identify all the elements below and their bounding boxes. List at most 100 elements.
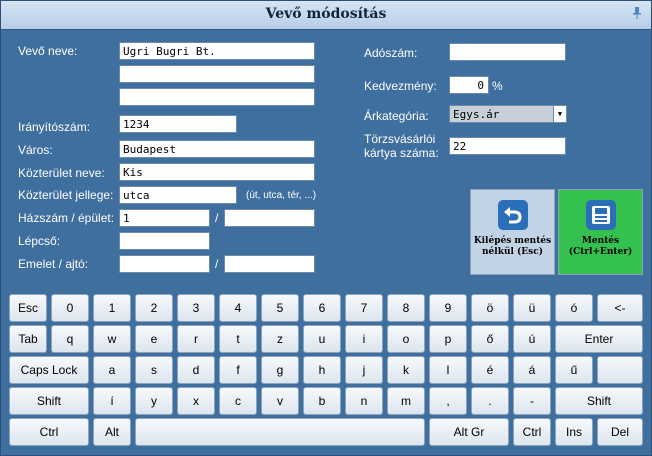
key-alt[interactable]: Alt: [93, 418, 131, 446]
dropdown-arrow-icon[interactable]: ▼: [553, 106, 566, 122]
key-caps-lock[interactable]: Caps Lock: [9, 356, 89, 384]
loyalty-card-field[interactable]: 22: [449, 137, 566, 155]
discount-field[interactable]: 0: [449, 76, 489, 94]
key-minus[interactable]: -: [513, 387, 551, 415]
key-ctrl-left[interactable]: Ctrl: [9, 418, 89, 446]
zip-field[interactable]: 1234: [119, 115, 237, 133]
customer-name-field-3[interactable]: [119, 88, 315, 106]
zip-label: Irányítószám:: [18, 120, 91, 134]
exit-without-save-button[interactable]: Kilépés mentés nélkül (Esc): [470, 189, 555, 275]
key-f[interactable]: f: [219, 356, 257, 384]
exit-button-label-line2: nélkül (Esc): [482, 247, 543, 257]
key-del[interactable]: Del: [597, 418, 643, 446]
price-category-select[interactable]: Egys.ár ▼: [449, 105, 567, 123]
discount-label: Kedvezmény:: [364, 79, 437, 93]
key-esc[interactable]: Esc: [9, 294, 47, 322]
floppy-disk-icon: [585, 200, 616, 230]
key-backspace[interactable]: <-: [597, 294, 643, 322]
street-type-field[interactable]: utca: [119, 186, 237, 204]
key-ctrl-right[interactable]: Ctrl: [513, 418, 551, 446]
key-e[interactable]: e: [135, 325, 173, 353]
loyalty-card-label-line2: kártya száma:: [364, 146, 439, 160]
key-i[interactable]: i: [345, 325, 383, 353]
tax-number-label: Adószám:: [364, 46, 418, 60]
street-name-field[interactable]: Kis: [119, 163, 315, 181]
city-label: Város:: [18, 143, 53, 157]
save-button-label-line2: (Ctrl+Enter): [568, 247, 633, 257]
key-blank[interactable]: [597, 356, 643, 384]
key-r[interactable]: r: [177, 325, 215, 353]
key-j[interactable]: j: [345, 356, 383, 384]
key-alt-gr[interactable]: Alt Gr: [429, 418, 509, 446]
key-e-acute[interactable]: é: [471, 356, 509, 384]
save-button-label-line1: Mentés: [581, 236, 620, 246]
key-6[interactable]: 6: [303, 294, 341, 322]
key-o-umlaut[interactable]: ö: [471, 294, 509, 322]
key-o-double-acute[interactable]: ő: [471, 325, 509, 353]
key-s[interactable]: s: [135, 356, 173, 384]
key-shift-left[interactable]: Shift: [9, 387, 89, 415]
key-8[interactable]: 8: [387, 294, 425, 322]
key-v[interactable]: v: [261, 387, 299, 415]
undo-arrow-icon: [497, 200, 528, 230]
key-3[interactable]: 3: [177, 294, 215, 322]
key-q[interactable]: q: [51, 325, 89, 353]
save-button[interactable]: Mentés (Ctrl+Enter): [558, 189, 643, 275]
key-u-double-acute[interactable]: ű: [555, 356, 593, 384]
key-h[interactable]: h: [303, 356, 341, 384]
key-t[interactable]: t: [219, 325, 257, 353]
key-y[interactable]: y: [135, 387, 173, 415]
key-z[interactable]: z: [261, 325, 299, 353]
street-type-hint: (út, utca, tér, ...): [246, 190, 317, 201]
key-l[interactable]: l: [429, 356, 467, 384]
key-a-acute[interactable]: á: [513, 356, 551, 384]
key-0[interactable]: 0: [51, 294, 89, 322]
key-period[interactable]: .: [471, 387, 509, 415]
key-b[interactable]: b: [303, 387, 341, 415]
key-m[interactable]: m: [387, 387, 425, 415]
key-u-acute[interactable]: ú: [513, 325, 551, 353]
key-g[interactable]: g: [261, 356, 299, 384]
key-n[interactable]: n: [345, 387, 383, 415]
key-tab[interactable]: Tab: [9, 325, 47, 353]
key-p[interactable]: p: [429, 325, 467, 353]
key-d[interactable]: d: [177, 356, 215, 384]
stairs-field[interactable]: [119, 232, 210, 250]
city-field[interactable]: Budapest: [119, 140, 315, 158]
title-bar: Vevő módosítás: [1, 1, 651, 30]
key-a[interactable]: a: [93, 356, 131, 384]
floor-field[interactable]: [119, 255, 210, 273]
floor-door-separator: /: [215, 257, 219, 271]
key-comma[interactable]: ,: [429, 387, 467, 415]
key-w[interactable]: w: [93, 325, 131, 353]
pin-icon[interactable]: [633, 7, 641, 19]
house-number-separator: /: [215, 211, 219, 225]
door-field[interactable]: [224, 255, 315, 273]
customer-name-label: Vevő neve:: [18, 44, 78, 58]
tax-number-field[interactable]: [449, 43, 566, 61]
key-space[interactable]: [135, 418, 425, 446]
key-k[interactable]: k: [387, 356, 425, 384]
street-type-label: Közterület jellege:: [18, 188, 114, 202]
key-4[interactable]: 4: [219, 294, 257, 322]
key-o[interactable]: o: [387, 325, 425, 353]
key-7[interactable]: 7: [345, 294, 383, 322]
key-shift-right[interactable]: Shift: [555, 387, 643, 415]
key-u-umlaut[interactable]: ü: [513, 294, 551, 322]
customer-name-field-1[interactable]: Ugri Bugri Bt.: [119, 42, 315, 60]
house-number-field[interactable]: 1: [119, 209, 210, 227]
key-u[interactable]: u: [303, 325, 341, 353]
key-i-acute[interactable]: í: [93, 387, 131, 415]
customer-name-field-2[interactable]: [119, 65, 315, 83]
loyalty-card-label-line1: Törzsvásárlói: [364, 132, 436, 146]
key-1[interactable]: 1: [93, 294, 131, 322]
key-9[interactable]: 9: [429, 294, 467, 322]
key-ins[interactable]: Ins: [555, 418, 593, 446]
key-enter[interactable]: Enter: [555, 325, 643, 353]
key-2[interactable]: 2: [135, 294, 173, 322]
key-c[interactable]: c: [219, 387, 257, 415]
building-field[interactable]: [224, 209, 315, 227]
key-5[interactable]: 5: [261, 294, 299, 322]
key-o-acute[interactable]: ó: [555, 294, 593, 322]
key-x[interactable]: x: [177, 387, 215, 415]
